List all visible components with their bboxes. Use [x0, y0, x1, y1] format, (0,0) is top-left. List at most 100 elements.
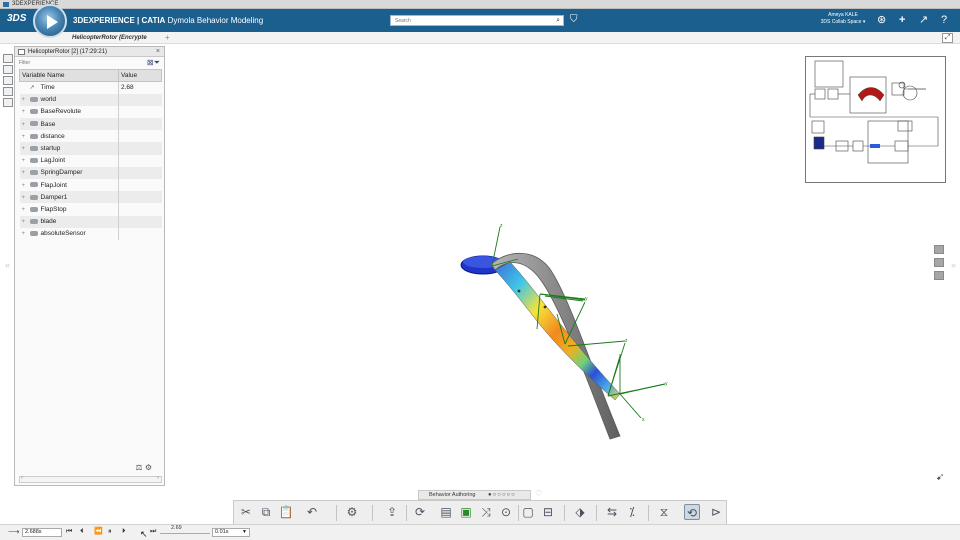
share-icon[interactable]: ↗ [919, 13, 928, 27]
play-direction-icon[interactable]: ⟶ [8, 527, 19, 536]
diagram-preview[interactable] [805, 56, 946, 183]
check-icon[interactable]: ▣ [458, 504, 474, 520]
variables-panel-title: HelicopterRotor [2] (17:29:21) [28, 49, 108, 55]
tag-icon[interactable]: ⛉ [570, 14, 578, 25]
table-row[interactable]: + Damper1 [19, 191, 162, 204]
rewind-start-icon[interactable]: ⏮ [66, 526, 72, 538]
cut-icon[interactable]: ✂ [238, 504, 254, 520]
section-page-dots[interactable]: ●○○○○○ [488, 491, 516, 500]
filter-input[interactable] [19, 59, 139, 67]
step-size-select[interactable]: 0.01s ▼ [212, 528, 250, 537]
table-row[interactable]: + absoluteSensor [20, 227, 162, 240]
help-icon[interactable]: ? [941, 13, 947, 27]
collapse-left-icon[interactable]: « [5, 260, 10, 270]
scroll-left-icon[interactable]: ‹ [21, 475, 23, 481]
animate-icon[interactable]: ⟲ [684, 504, 700, 520]
search-box[interactable]: ⌕ [390, 15, 564, 26]
expand-icon[interactable]: + [22, 122, 30, 128]
expand-icon[interactable]: + [22, 183, 30, 189]
paste-icon[interactable]: 📋 [278, 504, 294, 520]
component-icon [29, 158, 38, 163]
commands-icon[interactable] [3, 87, 13, 96]
pointer-tool-icon[interactable]: ➹ [936, 472, 944, 483]
filter-options-icon[interactable]: ⊠⏷ [147, 58, 160, 68]
undo-icon[interactable]: ↶ [304, 504, 320, 520]
settings-icon[interactable]: ⚙ [344, 504, 360, 520]
separator [564, 505, 565, 521]
table-row[interactable]: + BaseRevolute [20, 105, 162, 119]
expand-icon[interactable]: + [22, 158, 30, 164]
new-tab-button[interactable]: + [165, 32, 170, 44]
expand-icon[interactable]: + [22, 231, 30, 237]
reverse-icon[interactable]: ⏪ [94, 526, 103, 538]
speed-slider[interactable] [160, 533, 210, 534]
layout-icon[interactable]: ⊟ [540, 504, 556, 520]
column-header-value[interactable]: Value [118, 69, 162, 82]
table-row[interactable]: + LagJoint [20, 154, 162, 167]
capture-icon[interactable] [934, 271, 944, 280]
table-row[interactable]: + startup [19, 142, 162, 155]
table-row[interactable]: + FlapJoint [20, 179, 162, 192]
next-icon[interactable]: ⊳ [708, 504, 724, 520]
compass-button[interactable] [33, 4, 67, 38]
step-back-icon[interactable]: ⏴ [80, 526, 84, 538]
tab-helicopter-rotor[interactable]: HelicopterRotor (Encrypte [72, 33, 162, 44]
horizontal-scrollbar[interactable]: ‹ › [19, 475, 162, 483]
add-icon[interactable]: + [899, 13, 905, 27]
expand-icon[interactable]: + [22, 97, 30, 103]
plot-icon[interactable]: ▤ [438, 504, 454, 520]
expand-icon[interactable]: + [22, 146, 30, 152]
expand-icon[interactable]: + [22, 134, 30, 140]
publish-icon[interactable]: ⬗ [572, 504, 588, 520]
collab-space-selector[interactable]: 3DS Collab Space ▾ [812, 19, 874, 26]
search-icon[interactable]: ⌕ [556, 17, 560, 25]
parameters-icon[interactable]: ⁒ [624, 504, 640, 520]
collapse-right-icon[interactable]: » [951, 260, 956, 270]
view-icon[interactable]: ⧖ [656, 504, 672, 520]
expand-icon[interactable]: + [22, 170, 30, 176]
marker [543, 305, 547, 309]
expand-icon[interactable]: + [22, 219, 30, 225]
messages-icon[interactable] [3, 98, 13, 107]
variables-panel-header: HelicopterRotor [2] (17:29:21) × [15, 47, 164, 57]
camera-icon[interactable] [934, 245, 944, 254]
table-row[interactable]: ↗ Time 2.68 [20, 81, 162, 94]
table-row[interactable]: + Base [19, 118, 162, 131]
close-icon[interactable]: × [156, 47, 160, 57]
image-icon[interactable] [934, 258, 944, 267]
variables-icon[interactable] [3, 65, 13, 74]
log-icon[interactable] [3, 76, 13, 85]
variable-value [118, 118, 162, 131]
table-row[interactable]: + FlapStop [20, 203, 162, 216]
tree-icon[interactable] [3, 54, 13, 63]
simulate-icon[interactable]: ⟳ [412, 504, 428, 520]
pause-icon[interactable]: ⏸ [108, 526, 112, 538]
table-row[interactable]: + SpringDamper [19, 166, 162, 179]
compare-icon[interactable]: ⇆ [604, 504, 620, 520]
column-header-name[interactable]: Variable Name [19, 69, 119, 82]
expand-icon[interactable]: + [22, 195, 30, 201]
section-selector[interactable]: Behavior Authoring ●○○○○○ [418, 490, 531, 500]
stop-icon[interactable]: ▢ [520, 504, 536, 520]
user-info[interactable]: Ameya KALE 3DS Collab Space ▾ [812, 12, 874, 26]
time-field[interactable]: 2.688s [22, 528, 62, 537]
search-input[interactable] [391, 16, 541, 25]
step-icon[interactable]: ⊙ [498, 504, 514, 520]
expand-icon[interactable]: ⤢ [942, 33, 953, 43]
expand-icon[interactable]: + [22, 109, 30, 115]
table-row[interactable]: + world [19, 93, 162, 106]
scroll-right-icon[interactable]: › [157, 475, 159, 481]
user-profile-icon[interactable]: ⊛ [877, 13, 886, 27]
table-row[interactable]: + blade [19, 215, 162, 228]
copy-icon[interactable]: ⧉ [258, 504, 274, 520]
chevron-down-icon[interactable]: ▼ [242, 529, 247, 536]
export-icon[interactable]: ⇪ [384, 504, 400, 520]
plot-settings-icon[interactable]: ⚖ ⚙ [135, 463, 152, 472]
expand-icon[interactable]: + [22, 207, 30, 213]
step-forward-icon[interactable]: ⏵ [122, 526, 126, 538]
forward-end-icon[interactable]: ⏭ [150, 526, 156, 538]
animation-icon[interactable]: ⤨ [478, 504, 494, 520]
favorite-icon[interactable]: ♡ [535, 489, 542, 498]
variable-value [118, 191, 162, 204]
table-row[interactable]: + distance [20, 130, 162, 143]
